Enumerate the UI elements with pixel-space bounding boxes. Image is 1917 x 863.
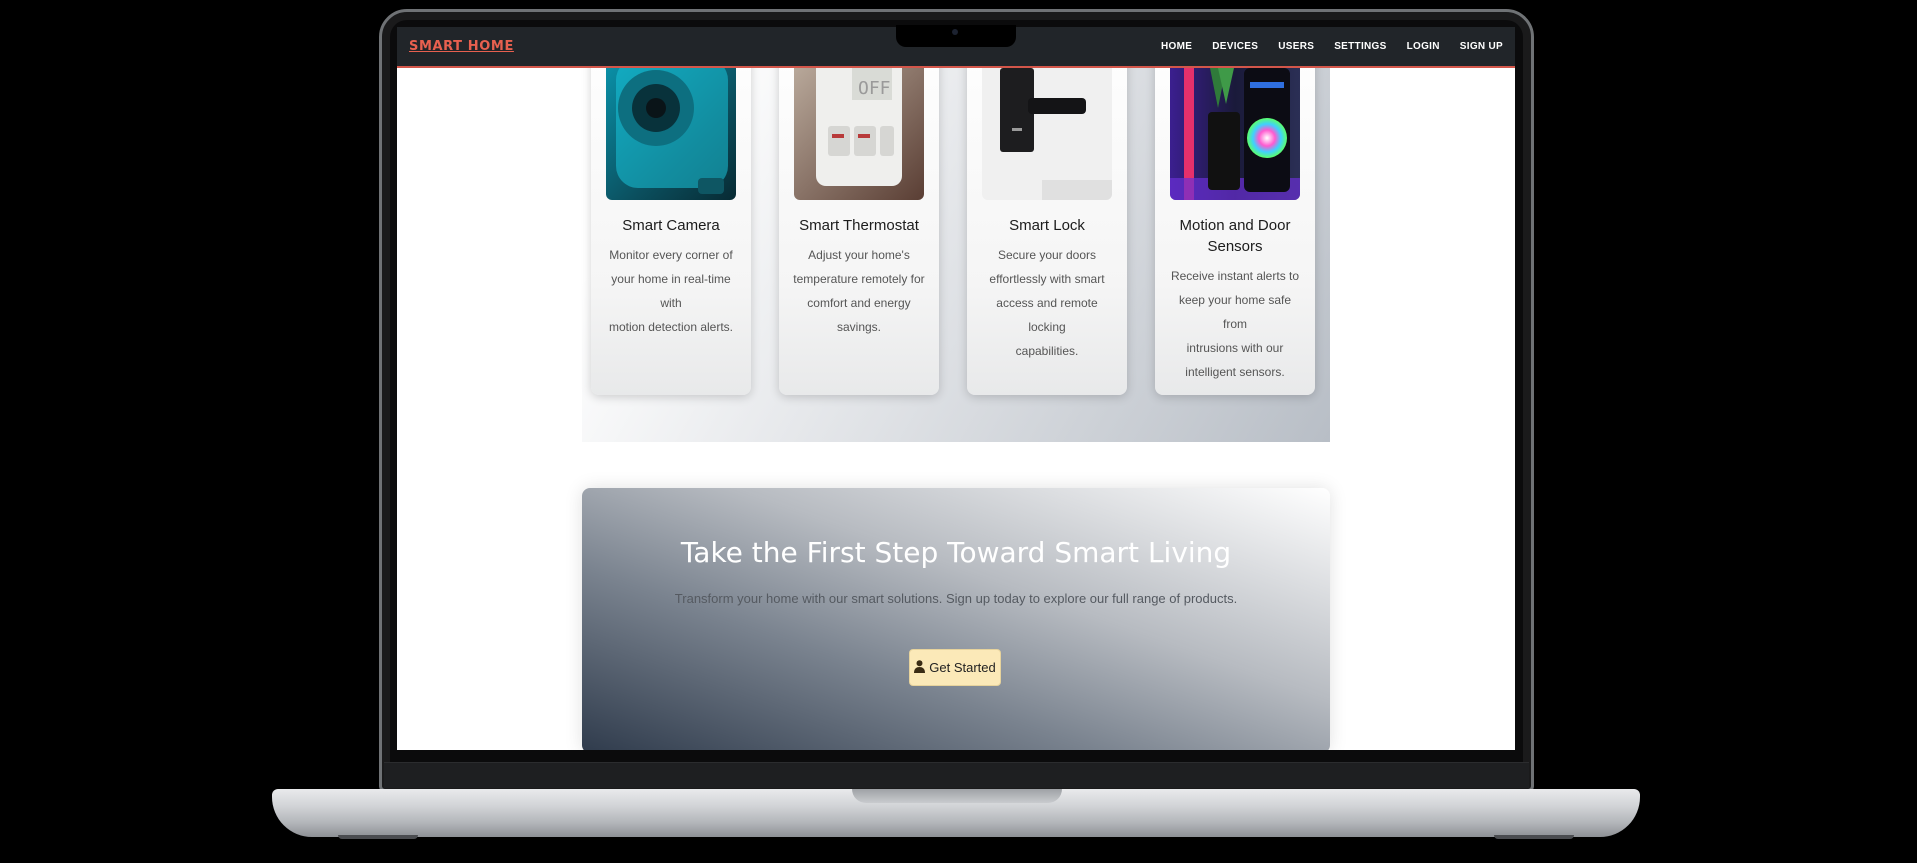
title-line: Motion and Door (1179, 217, 1291, 234)
smart-camera-image (606, 68, 736, 200)
brand-link[interactable]: SMART HOME (409, 39, 514, 54)
card-description: Adjust your home's temperature remotely … (791, 243, 927, 339)
button-label: Get Started (929, 660, 996, 675)
description-line: intelligent sensors. (1185, 365, 1285, 379)
cta-title: Take the First Step Toward Smart Living (680, 536, 1232, 569)
device-card-smart-lock: Smart Lock Secure your doors effortlessl… (967, 27, 1127, 395)
card-description: Monitor every corner of your home in rea… (603, 243, 739, 339)
nav-signup[interactable]: SIGN UP (1450, 41, 1503, 52)
card-description: Secure your doors effortlessly with smar… (979, 243, 1115, 363)
description-line: Secure your doors (997, 248, 1097, 262)
smart-lock-image (982, 68, 1112, 200)
device-card-smart-thermostat: OFF Smart Thermostat Adjust your home's … (779, 27, 939, 395)
card-title: Motion and Door Sensors (1163, 215, 1307, 257)
description-line: Monitor every corner of (609, 248, 733, 262)
devices-section: Smart Camera Monitor every corner of you… (582, 27, 1330, 442)
description-line: motion detection alerts. (608, 320, 734, 334)
laptop-base (272, 789, 1640, 837)
description-line: comfort and energy savings. (807, 296, 911, 334)
smart-thermostat-image: OFF (794, 68, 924, 200)
title-line: Sensors (1207, 238, 1263, 255)
nav-users[interactable]: USERS (1268, 41, 1324, 52)
nav-login[interactable]: LOGIN (1397, 41, 1450, 52)
card-title: Smart Lock (1009, 217, 1085, 234)
device-card-motion-door-sensors: Motion and Door Sensors Receive instant … (1155, 27, 1315, 395)
nav-home[interactable]: HOME (1151, 41, 1202, 52)
description-line: capabilities. (1015, 344, 1079, 358)
laptop-base-notch (852, 789, 1062, 803)
cta-section: Take the First Step Toward Smart Living … (582, 488, 1330, 750)
description-line: keep your home safe from (1178, 293, 1292, 331)
description-line: your home in real-time with (611, 272, 731, 310)
get-started-button[interactable]: Get Started (909, 649, 1001, 686)
device-card-smart-camera: Smart Camera Monitor every corner of you… (591, 27, 751, 395)
description-line: Adjust your home's (808, 248, 910, 262)
description-line: Receive instant alerts to (1170, 269, 1300, 283)
motion-sensor-image (1170, 68, 1300, 200)
description-line: access and remote locking (996, 296, 1098, 334)
card-title: Smart Thermostat (799, 217, 919, 234)
description-line: temperature remotely for (793, 272, 925, 286)
card-title: Smart Camera (622, 217, 720, 234)
svg-text:OFF: OFF (858, 78, 891, 99)
laptop-foot-left (338, 835, 418, 839)
cta-subtitle: Transform your home with our smart solut… (674, 591, 1238, 606)
laptop-bottom-bezel (384, 762, 1529, 788)
description-line: effortlessly with smart (989, 272, 1105, 286)
camera-notch (896, 25, 1016, 47)
card-description: Receive instant alerts to keep your home… (1167, 264, 1303, 384)
browser-viewport: Smart Camera Monitor every corner of you… (397, 27, 1515, 750)
nav-devices[interactable]: DEVICES (1202, 41, 1268, 52)
description-line: intrusions with our (1186, 341, 1284, 355)
nav-links: HOME DEVICES USERS SETTINGS LOGIN SIGN U… (1151, 41, 1503, 52)
laptop-foot-right (1494, 835, 1574, 839)
camera-icon (952, 29, 958, 35)
user-icon (914, 659, 926, 676)
nav-settings[interactable]: SETTINGS (1324, 41, 1396, 52)
